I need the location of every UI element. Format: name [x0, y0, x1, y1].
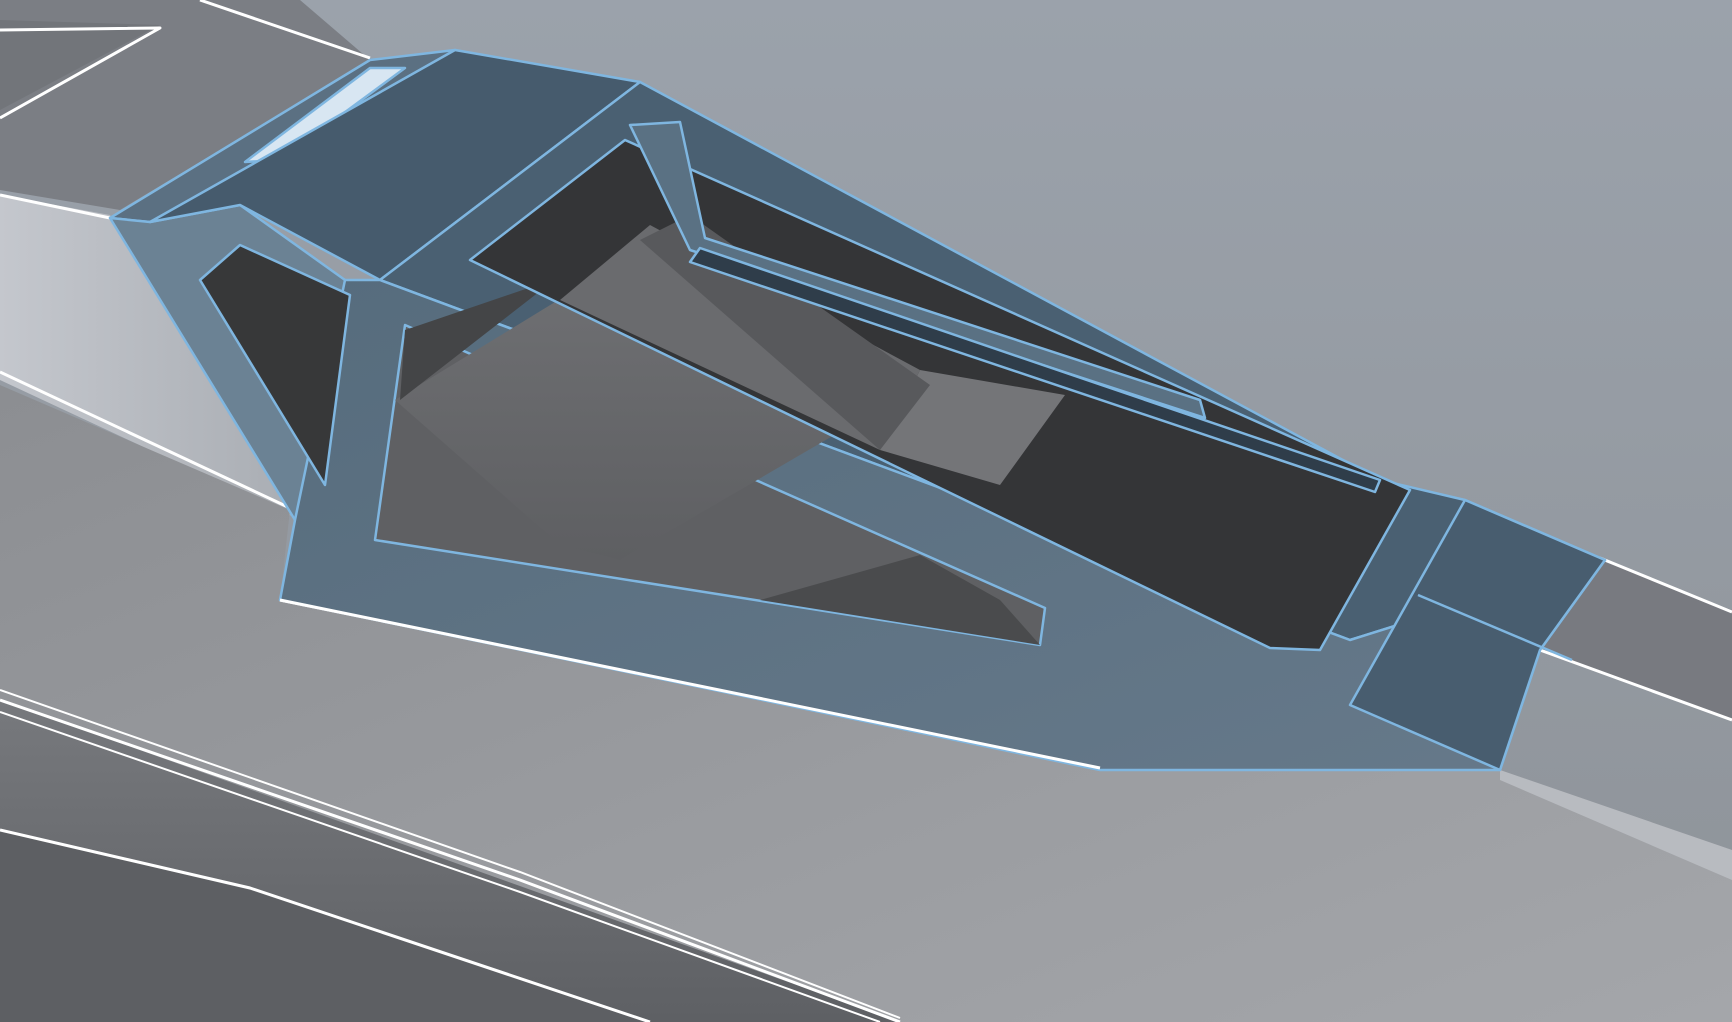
3d-scene[interactable] [0, 0, 1732, 1022]
3d-viewport[interactable] [0, 0, 1732, 1022]
